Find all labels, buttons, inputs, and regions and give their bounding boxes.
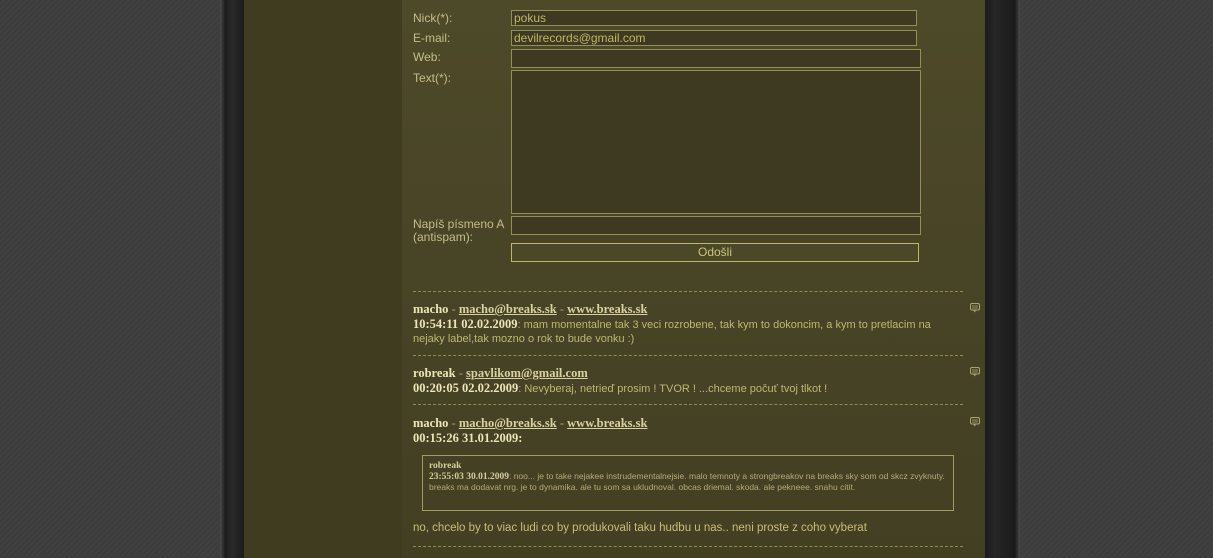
post-timestamp: 00:20:05 02.02.2009 (413, 381, 519, 395)
nick-input[interactable] (511, 10, 917, 26)
post-body: 10:54:11 02.02.2009: mam momentalne tak … (413, 318, 963, 346)
quote-nick: robreak (429, 461, 462, 471)
page-background-right (1020, 0, 1213, 558)
speech-bubble-icon[interactable] (970, 417, 980, 427)
frame-border-right (985, 0, 1020, 558)
web-label: Web: (413, 50, 441, 64)
submit-button[interactable]: Odošli (511, 243, 919, 262)
divider (413, 546, 963, 547)
post-timestamp: 10:54:11 02.02.2009 (413, 317, 518, 331)
antispam-input[interactable] (511, 216, 921, 235)
web-input[interactable] (511, 49, 921, 68)
divider (413, 355, 963, 356)
nick-label: Nick(*): (413, 11, 453, 25)
post-text: no, chcelo by to viac ludi co by produko… (413, 522, 867, 534)
quoted-post: robreak 23:55:03 30.01.2009: noo... je t… (422, 455, 954, 511)
post-body: 00:20:05 02.02.2009: Nevyberaj, netrieď … (413, 382, 963, 396)
post-header: robreak - spavlikom@gmail.com (413, 367, 963, 380)
post-nick: macho (413, 416, 449, 430)
separator: - (556, 416, 568, 430)
guestbook-post: robreak - spavlikom@gmail.com 00:20:05 0… (413, 367, 980, 396)
post-text: Nevyberaj, netrieď prosim ! TVOR ! ...ch… (524, 383, 828, 395)
post-nick: macho (413, 302, 449, 316)
page-background-left (0, 0, 220, 558)
text-area[interactable] (511, 70, 921, 214)
post-web-link[interactable]: www.breaks.sk (567, 416, 647, 430)
post-email-link[interactable]: macho@breaks.sk (459, 302, 557, 316)
post-web-link[interactable]: www.breaks.sk (567, 302, 647, 316)
post-email-link[interactable]: macho@breaks.sk (459, 416, 557, 430)
separator: - (448, 416, 459, 430)
text-label: Text(*): (413, 71, 452, 85)
email-input[interactable] (511, 30, 917, 46)
post-header: macho - macho@breaks.sk - www.breaks.sk (413, 417, 963, 430)
colon: : (518, 431, 523, 445)
antispam-label-line2: (antispam): (413, 230, 474, 244)
post-header: macho - macho@breaks.sk - www.breaks.sk (413, 303, 963, 316)
separator: - (556, 302, 568, 316)
separator: - (455, 366, 467, 380)
guestbook-panel: Nick(*): E-mail: Web: Text(*): Napíš pís… (402, 0, 985, 558)
guestbook-post: macho - macho@breaks.sk - www.breaks.sk … (413, 417, 980, 445)
left-column (244, 0, 402, 558)
post-email-link[interactable]: spavlikom@gmail.com (466, 366, 588, 380)
divider (413, 291, 963, 292)
guestbook-post: macho - macho@breaks.sk - www.breaks.sk … (413, 303, 980, 346)
speech-bubble-icon[interactable] (970, 303, 980, 313)
post-nick: robreak (413, 366, 456, 380)
email-label: E-mail: (413, 31, 451, 45)
divider (413, 404, 963, 405)
speech-bubble-icon[interactable] (970, 367, 980, 377)
post-body: 00:15:26 31.01.2009: (413, 432, 963, 445)
post-timestamp: 00:15:26 31.01.2009 (413, 431, 519, 445)
frame-border-left (220, 0, 244, 558)
quote-timestamp: 23:55:03 30.01.2009 (429, 472, 509, 482)
quote-body: 23:55:03 30.01.2009: noo... je to take n… (429, 471, 947, 492)
separator: - (448, 302, 459, 316)
antispam-label-line1: Napíš písmeno A (413, 217, 505, 231)
